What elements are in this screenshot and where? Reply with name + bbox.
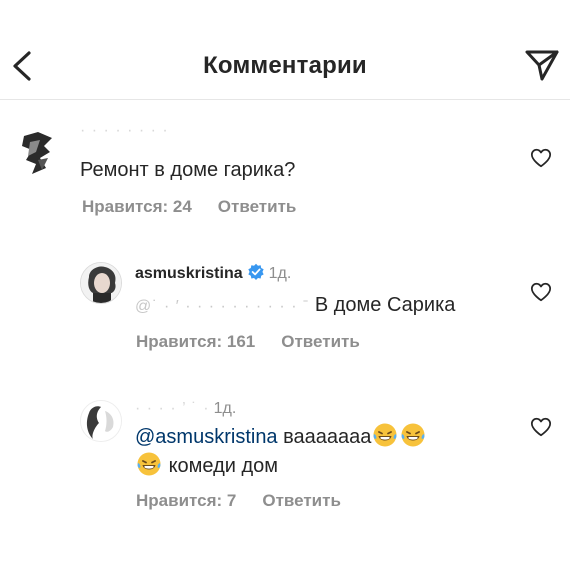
- comment-header: · · · · ’ ˙ · 1д.: [135, 400, 236, 418]
- laughing-tears-emoji-icon: [401, 423, 425, 447]
- comment-item: · · · · · · · · Ремонт в доме гарика? Нр…: [0, 100, 570, 230]
- laughing-tears-emoji-icon: [137, 452, 161, 476]
- username-link[interactable]: asmuskristina: [135, 265, 243, 282]
- comment-actions: Нравится: 24 Ответить: [82, 197, 296, 217]
- comment-body: вааааааа: [283, 426, 372, 448]
- header-bar: Комментарии: [0, 0, 570, 100]
- username-text[interactable]: · · · · · · · ·: [80, 122, 169, 139]
- reply-item: · · · · ’ ˙ · 1д. @asmuskristina вааааааа…: [0, 390, 570, 520]
- likes-count[interactable]: Нравится: 24: [82, 197, 192, 216]
- comment-time: 1д.: [213, 400, 237, 417]
- username-link[interactable]: · · · · ’ ˙ ·: [135, 400, 210, 417]
- paper-plane-icon: [525, 50, 559, 81]
- likes-count[interactable]: Нравится: 7: [136, 491, 236, 510]
- avatar-image: [22, 132, 52, 174]
- avatar-image: [81, 401, 121, 441]
- page-title: Комментарии: [203, 52, 367, 79]
- reply-button[interactable]: Ответить: [262, 491, 341, 510]
- comment-body: В доме Сарика: [314, 294, 456, 316]
- laughing-tears-emoji-icon: [373, 423, 397, 447]
- likes-count[interactable]: Нравится: 161: [136, 332, 255, 351]
- comment-actions: Нравится: 7 Ответить: [136, 491, 341, 511]
- share-button[interactable]: [524, 48, 560, 82]
- comment-actions: Нравится: 161 Ответить: [136, 332, 360, 352]
- comment-text-line-2: комеди дом: [135, 451, 278, 481]
- reply-item: asmuskristina 1д. @˙ · ′ · · · · · · · · …: [0, 250, 570, 360]
- avatar[interactable]: [80, 262, 122, 304]
- comment-text: Ремонт в доме гарика?: [80, 159, 296, 181]
- mention-link[interactable]: @˙ · ′ · · · · · · · · · · ˉ: [135, 298, 309, 315]
- comment-body-continued: комеди дом: [168, 455, 279, 477]
- verified-badge-icon: [247, 263, 264, 280]
- reply-button[interactable]: Ответить: [281, 332, 360, 351]
- comment-header: asmuskristina 1д.: [135, 263, 291, 283]
- avatar[interactable]: [80, 400, 122, 442]
- like-button[interactable]: [530, 147, 552, 169]
- heart-icon: [530, 148, 552, 168]
- mention-link[interactable]: @asmuskristina: [135, 426, 278, 448]
- heart-icon: [530, 282, 552, 302]
- comment-time: 1д.: [268, 265, 292, 282]
- avatar[interactable]: [18, 128, 58, 182]
- comment-username[interactable]: · · · · · · · ·: [80, 122, 169, 140]
- comment-text: @˙ · ′ · · · · · · · · · · ˉ В доме Сари…: [135, 290, 455, 322]
- comment-text-line-1: @asmuskristina вааааааа: [135, 422, 427, 452]
- reply-button[interactable]: Ответить: [218, 197, 297, 216]
- heart-icon: [530, 417, 552, 437]
- like-button[interactable]: [530, 416, 552, 438]
- avatar-image: [81, 263, 121, 303]
- like-button[interactable]: [530, 281, 552, 303]
